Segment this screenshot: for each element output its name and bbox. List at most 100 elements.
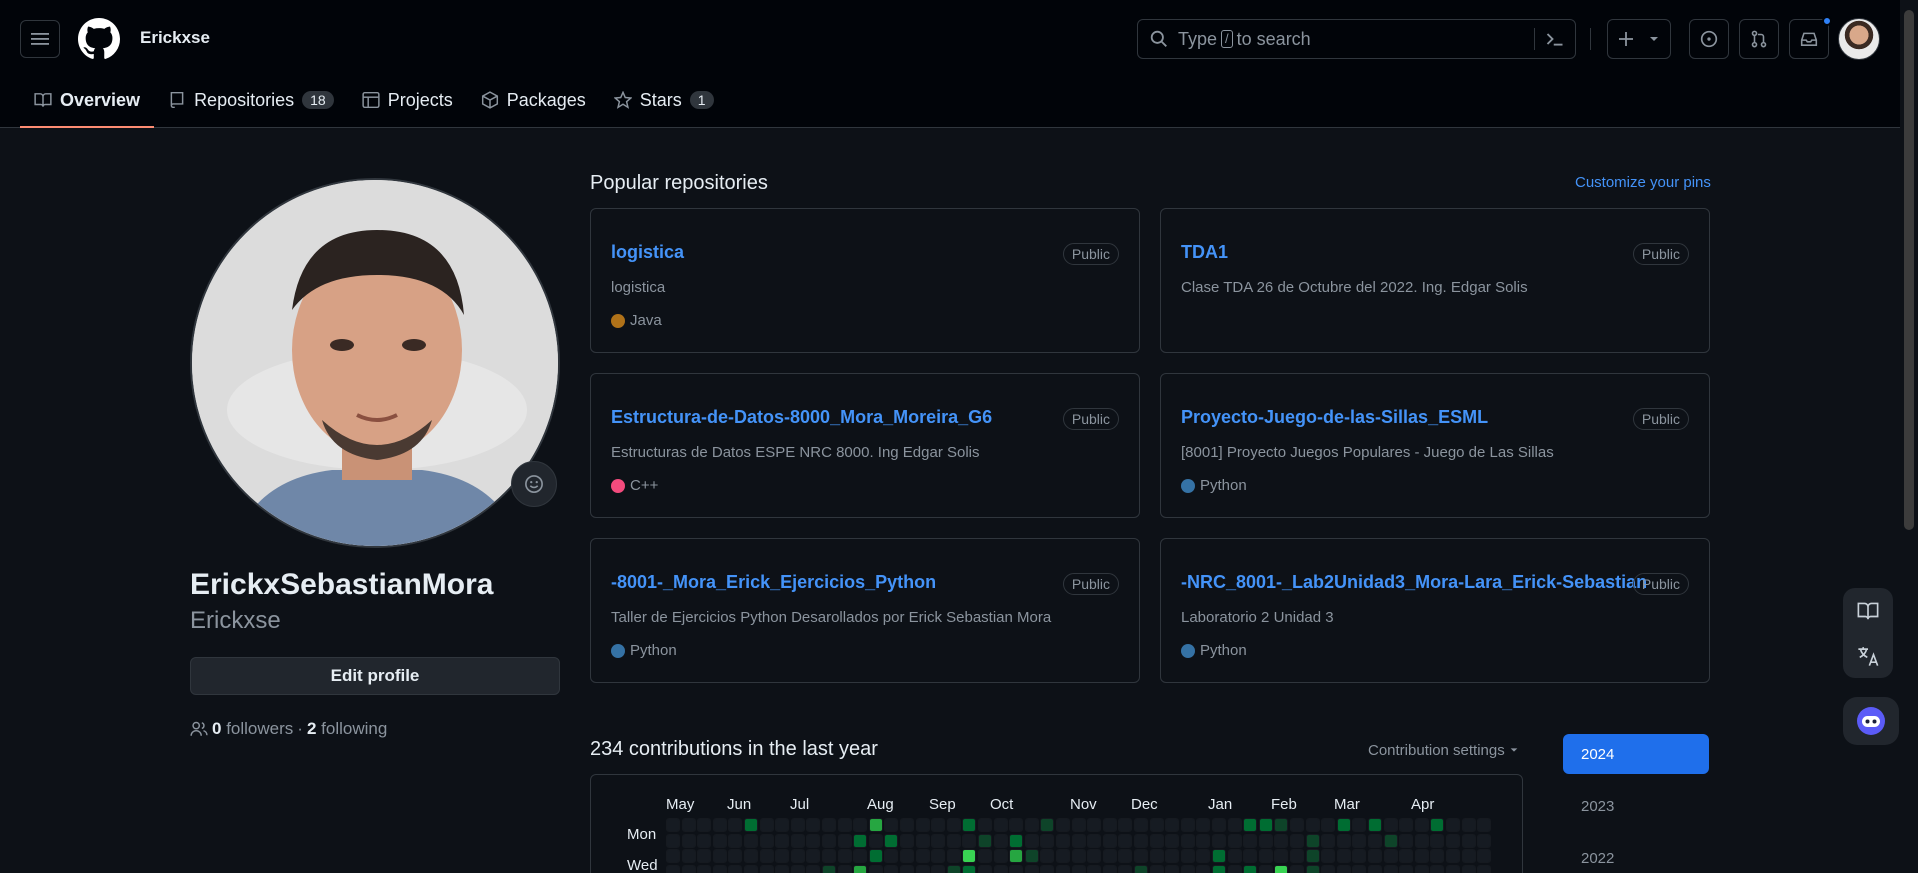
contribution-cell[interactable]	[1274, 849, 1289, 864]
contribution-cell[interactable]	[1024, 864, 1039, 873]
contribution-cell[interactable]	[1118, 818, 1133, 832]
contribution-cell[interactable]	[853, 849, 868, 864]
user-menu-avatar[interactable]	[1838, 18, 1880, 60]
contribution-cell[interactable]	[790, 849, 805, 864]
contribution-cell[interactable]	[1321, 833, 1336, 848]
contribution-cell[interactable]	[1258, 833, 1273, 848]
contribution-cell[interactable]	[1258, 818, 1273, 832]
contribution-cell[interactable]	[728, 849, 743, 864]
contribution-cell[interactable]	[1071, 818, 1086, 832]
contribution-cell[interactable]	[1399, 864, 1414, 873]
contribution-cell[interactable]	[1040, 833, 1055, 848]
contribution-cell[interactable]	[697, 833, 712, 848]
contribution-cell[interactable]	[931, 818, 946, 832]
contribution-cell[interactable]	[837, 818, 852, 832]
contribution-cell[interactable]	[946, 833, 961, 848]
contribution-cell[interactable]	[1134, 849, 1148, 864]
contribution-cell[interactable]	[1165, 818, 1180, 832]
set-status-button[interactable]	[511, 461, 557, 507]
year-button[interactable]: 2022	[1563, 838, 1709, 873]
contribution-cell[interactable]	[1430, 818, 1445, 832]
create-new-button[interactable]	[1607, 19, 1671, 59]
contribution-cell[interactable]	[759, 849, 774, 864]
repo-name-link[interactable]: Proyecto-Juego-de-las-Sillas_ESML	[1181, 407, 1488, 428]
contribution-cell[interactable]	[1212, 833, 1226, 848]
contribution-cell[interactable]	[931, 864, 946, 873]
repo-name-link[interactable]: TDA1	[1181, 242, 1228, 263]
contribution-cell[interactable]	[1071, 864, 1086, 873]
contribution-cell[interactable]	[915, 833, 930, 848]
contribution-cell[interactable]	[681, 818, 696, 832]
contribution-cell[interactable]	[993, 818, 1008, 832]
contribution-cell[interactable]	[837, 833, 852, 848]
contribution-cell[interactable]	[1040, 849, 1055, 864]
contribution-cell[interactable]	[1430, 849, 1445, 864]
contribution-cell[interactable]	[1446, 818, 1460, 832]
contribution-cell[interactable]	[681, 849, 696, 864]
contribution-cell[interactable]	[1118, 864, 1133, 873]
followers-link[interactable]: 0 followers	[212, 719, 293, 739]
contribution-cell[interactable]	[868, 864, 883, 873]
contribution-cell[interactable]	[946, 818, 961, 832]
year-button[interactable]: 2024	[1563, 734, 1709, 774]
contribution-cell[interactable]	[1414, 864, 1429, 873]
contribution-cell[interactable]	[1227, 833, 1242, 848]
contribution-cell[interactable]	[790, 818, 805, 832]
contribution-cell[interactable]	[1321, 818, 1336, 832]
contribution-cell[interactable]	[978, 818, 992, 832]
repo-name-link[interactable]: Estructura-de-Datos-8000_Mora_Moreira_G6	[611, 407, 992, 428]
contribution-cell[interactable]	[868, 818, 883, 832]
contribution-cell[interactable]	[759, 833, 774, 848]
contribution-cell[interactable]	[1399, 849, 1414, 864]
contribution-cell[interactable]	[1056, 833, 1070, 848]
contribution-cell[interactable]	[1430, 833, 1445, 848]
contribution-cell[interactable]	[1024, 833, 1039, 848]
contribution-cell[interactable]	[712, 818, 727, 832]
contribution-cell[interactable]	[1087, 818, 1102, 832]
contribution-cell[interactable]	[868, 849, 883, 864]
contribution-cell[interactable]	[1149, 833, 1164, 848]
contribution-cell[interactable]	[884, 864, 899, 873]
contribution-cell[interactable]	[1430, 864, 1445, 873]
contribution-cell[interactable]	[962, 849, 977, 864]
contribution-cell[interactable]	[1056, 864, 1070, 873]
edit-profile-button[interactable]: Edit profile	[190, 657, 560, 695]
contribution-cell[interactable]	[993, 833, 1008, 848]
profile-avatar[interactable]	[190, 178, 560, 548]
contribution-cell[interactable]	[978, 864, 992, 873]
contribution-cell[interactable]	[1212, 849, 1226, 864]
contribution-cell[interactable]	[666, 818, 680, 832]
year-button[interactable]: 2023	[1563, 786, 1709, 826]
contribution-cell[interactable]	[775, 864, 790, 873]
contribution-cell[interactable]	[1477, 864, 1492, 873]
contribution-cell[interactable]	[1118, 849, 1133, 864]
contribution-cell[interactable]	[1134, 864, 1148, 873]
contribution-cell[interactable]	[1196, 849, 1211, 864]
tab-repositories[interactable]: Repositories 18	[154, 80, 348, 120]
github-logo-icon[interactable]	[78, 18, 120, 60]
contribution-cell[interactable]	[900, 818, 914, 832]
contribution-cell[interactable]	[712, 849, 727, 864]
contribution-cell[interactable]	[1102, 818, 1117, 832]
contribution-cell[interactable]	[1180, 818, 1195, 832]
contribution-cell[interactable]	[1383, 864, 1398, 873]
contribution-cell[interactable]	[1352, 849, 1367, 864]
pull-requests-button[interactable]	[1739, 19, 1779, 59]
contribution-cell[interactable]	[1368, 818, 1382, 832]
contribution-cell[interactable]	[946, 849, 961, 864]
contribution-cell[interactable]	[1290, 833, 1304, 848]
contribution-cell[interactable]	[1368, 849, 1382, 864]
contribution-cell[interactable]	[712, 833, 727, 848]
contribution-cell[interactable]	[1165, 864, 1180, 873]
contribution-cell[interactable]	[962, 864, 977, 873]
contribution-cell[interactable]	[1414, 849, 1429, 864]
contribution-cell[interactable]	[1118, 833, 1133, 848]
contribution-cell[interactable]	[1399, 833, 1414, 848]
contribution-cell[interactable]	[681, 864, 696, 873]
following-link[interactable]: 2 following	[307, 719, 387, 739]
contribution-cell[interactable]	[775, 818, 790, 832]
contribution-cell[interactable]	[837, 849, 852, 864]
contribution-cell[interactable]	[806, 818, 821, 832]
contribution-cell[interactable]	[1368, 833, 1382, 848]
contribution-cell[interactable]	[1149, 849, 1164, 864]
